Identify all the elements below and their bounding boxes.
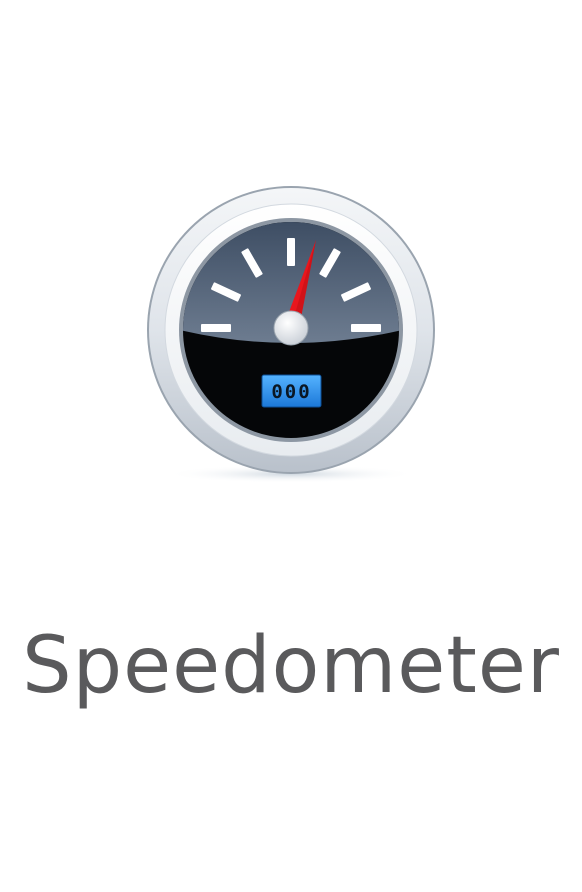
speedometer-icon: 000 xyxy=(147,186,435,483)
app-title: Speedometer xyxy=(22,621,560,711)
gauge-hub xyxy=(273,310,309,346)
odometer-value: 000 xyxy=(271,381,311,403)
speedometer-logo: 000 xyxy=(140,180,442,490)
